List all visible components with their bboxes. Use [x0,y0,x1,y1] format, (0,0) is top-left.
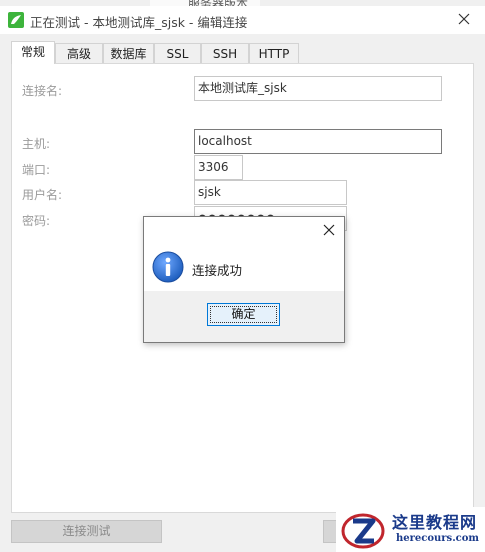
password-label: 密码: [22,214,51,228]
host-field[interactable]: localhost [194,129,442,154]
dialog-footer: 确定 [144,291,344,342]
watermark-chinese-text: 这里教程网 [392,513,478,532]
connection-name-label: 连接名: [22,84,63,98]
tab-advanced[interactable]: 高级 [55,43,103,63]
username-field[interactable]: sjsk [194,180,347,205]
test-connection-button[interactable]: 连接测试 [11,520,162,543]
connection-name-field[interactable]: 本地测试库_sjsk [194,76,442,101]
window-close-icon[interactable] [455,10,473,28]
window-title: 正在测试 - 本地测试库_sjsk - 编辑连接 [30,15,248,30]
tab-general[interactable]: 常规 [11,41,55,64]
port-field[interactable]: 3306 [194,155,243,180]
port-label: 端口: [22,163,51,177]
navicat-app-icon [8,12,24,28]
tab-http[interactable]: HTTP [249,43,299,63]
tab-databases[interactable]: 数据库 [103,43,154,63]
dialog-message: 连接成功 [192,263,243,278]
site-watermark: 这里教程网 herecours.com [336,507,485,552]
tab-ssl[interactable]: SSL [154,43,201,63]
dialog-ok-button[interactable]: 确定 [207,303,280,326]
watermark-logo-icon [341,513,385,549]
title-bar: 正在测试 - 本地测试库_sjsk - 编辑连接 [0,6,485,34]
dialog-close-icon[interactable] [322,223,336,237]
host-label: 主机: [22,137,51,151]
username-label: 用户名: [22,188,63,202]
watermark-url-text: herecours.com [396,533,480,544]
tab-ssh[interactable]: SSH [201,43,249,63]
info-icon [152,251,184,283]
connection-success-dialog: 连接成功 确定 [143,216,345,343]
